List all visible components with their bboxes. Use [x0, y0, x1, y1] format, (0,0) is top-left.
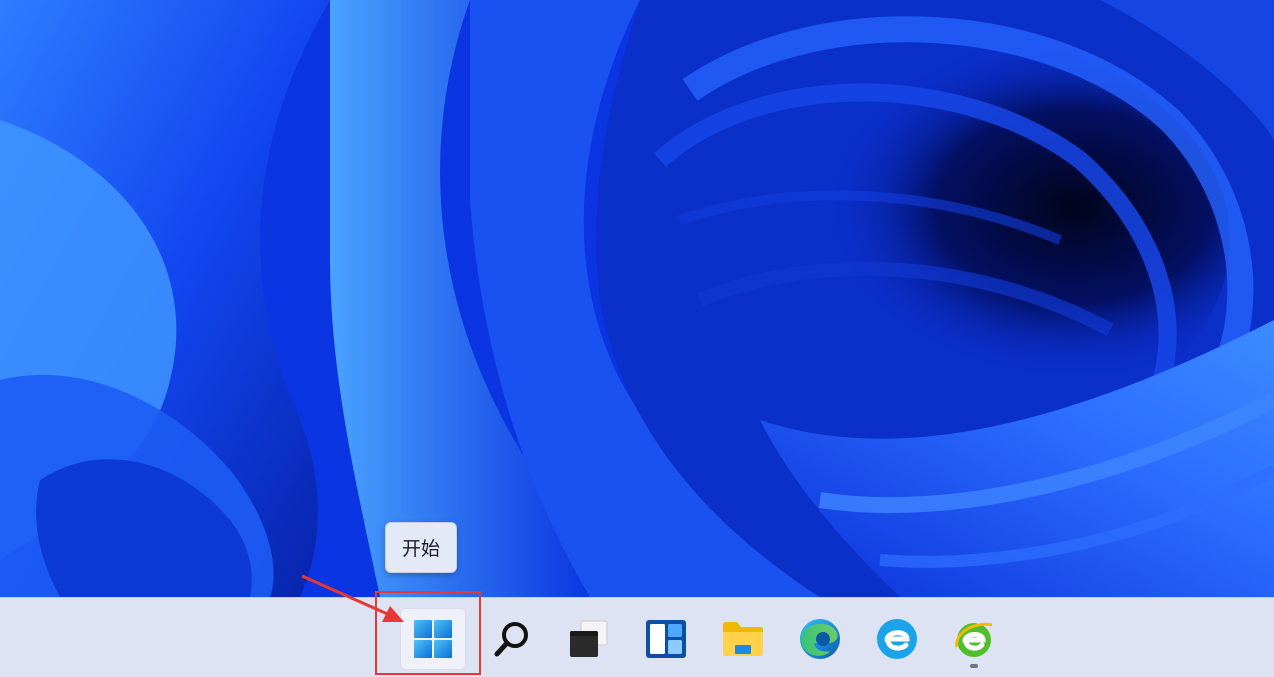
task-view-button[interactable]	[556, 608, 622, 670]
ie-green-icon	[955, 622, 993, 657]
widgets-icon	[646, 620, 686, 658]
task-view-icon	[570, 620, 608, 657]
ie-blue-icon	[877, 619, 917, 659]
desktop-wallpaper	[0, 0, 1274, 597]
taskbar	[0, 597, 1274, 677]
edge-icon	[800, 619, 840, 659]
search-button[interactable]	[479, 608, 545, 670]
edge-button[interactable]	[787, 608, 853, 670]
widgets-button[interactable]	[633, 608, 699, 670]
windows-logo-icon	[414, 620, 452, 658]
start-button[interactable]	[400, 608, 466, 670]
ie-blue-button[interactable]	[864, 608, 930, 670]
ie-green-button[interactable]	[941, 608, 1007, 670]
wallpaper-art	[0, 0, 1274, 597]
search-icon	[494, 622, 528, 657]
file-explorer-button[interactable]	[710, 608, 776, 670]
start-tooltip-text: 开始	[401, 538, 440, 560]
start-tooltip: 开始	[385, 522, 457, 573]
folder-icon	[723, 622, 763, 656]
running-indicator	[970, 664, 978, 668]
